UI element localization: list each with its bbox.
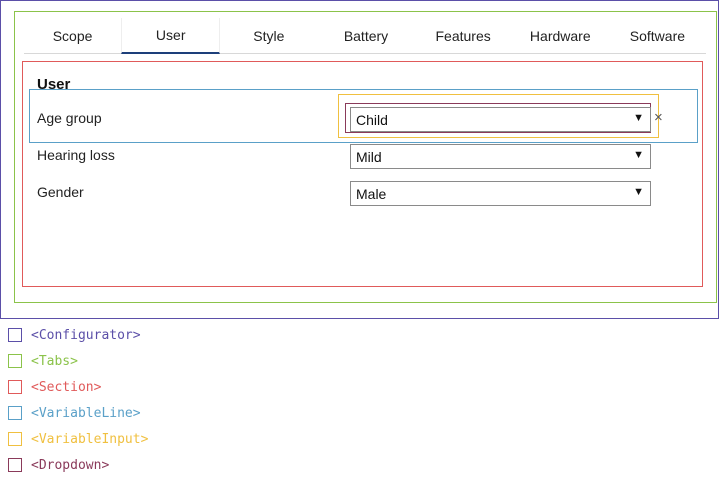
tab-label: Style bbox=[253, 28, 285, 44]
tab-label: Scope bbox=[52, 28, 93, 44]
section-title: User bbox=[37, 76, 71, 93]
age-group-label: Age group bbox=[37, 110, 102, 126]
legend-item: <VariableInput> bbox=[8, 426, 148, 452]
legend-label: <Dropdown> bbox=[31, 457, 110, 473]
tab-label: Battery bbox=[343, 28, 389, 44]
chevron-down-icon: ▼ bbox=[633, 112, 644, 124]
legend-label: <Tabs> bbox=[31, 353, 78, 369]
chevron-down-icon: ▼ bbox=[633, 149, 644, 161]
tab-label: Hardware bbox=[529, 28, 591, 44]
close-icon[interactable]: × bbox=[654, 109, 663, 126]
hearing-loss-value: Mild bbox=[356, 148, 382, 165]
legend-swatch bbox=[8, 380, 22, 394]
tab-label: Software bbox=[629, 28, 686, 44]
legend-label: <VariableInput> bbox=[31, 431, 149, 447]
gender-label: Gender bbox=[37, 184, 84, 200]
legend-label: <Section> bbox=[31, 379, 102, 395]
legend-swatch bbox=[8, 328, 22, 342]
section-outline bbox=[22, 61, 703, 287]
legend-label: <VariableLine> bbox=[31, 405, 141, 421]
tab-bar: Scope User Style Battery Features Hardwa… bbox=[24, 18, 706, 54]
legend-item: <Section> bbox=[8, 374, 148, 400]
legend-swatch bbox=[8, 354, 22, 368]
tab-battery[interactable]: Battery bbox=[317, 18, 414, 54]
legend-item: <Dropdown> bbox=[8, 452, 148, 478]
age-group-value: Child bbox=[356, 111, 388, 128]
tab-user[interactable]: User bbox=[121, 18, 221, 54]
tab-label: User bbox=[155, 27, 186, 43]
chevron-down-icon: ▼ bbox=[633, 186, 644, 198]
legend-swatch bbox=[8, 458, 22, 472]
tab-hardware[interactable]: Hardware bbox=[512, 18, 609, 54]
legend-swatch bbox=[8, 432, 22, 446]
gender-value: Male bbox=[356, 185, 387, 202]
age-group-dropdown[interactable]: Child ▼ bbox=[350, 107, 651, 132]
hearing-loss-dropdown[interactable]: Mild ▼ bbox=[350, 144, 651, 169]
tab-software[interactable]: Software bbox=[609, 18, 706, 54]
legend-item: <VariableLine> bbox=[8, 400, 148, 426]
gender-dropdown[interactable]: Male ▼ bbox=[350, 181, 651, 206]
hearing-loss-label: Hearing loss bbox=[37, 147, 115, 163]
legend-item: <Configurator> bbox=[8, 322, 148, 348]
legend-item: <Tabs> bbox=[8, 348, 148, 374]
tab-features[interactable]: Features bbox=[415, 18, 512, 54]
tab-style[interactable]: Style bbox=[220, 18, 317, 54]
tab-label: Features bbox=[435, 28, 491, 44]
component-legend: <Configurator> <Tabs> <Section> <Variabl… bbox=[8, 322, 148, 478]
tab-scope[interactable]: Scope bbox=[24, 18, 121, 54]
legend-swatch bbox=[8, 406, 22, 420]
legend-label: <Configurator> bbox=[31, 327, 141, 343]
